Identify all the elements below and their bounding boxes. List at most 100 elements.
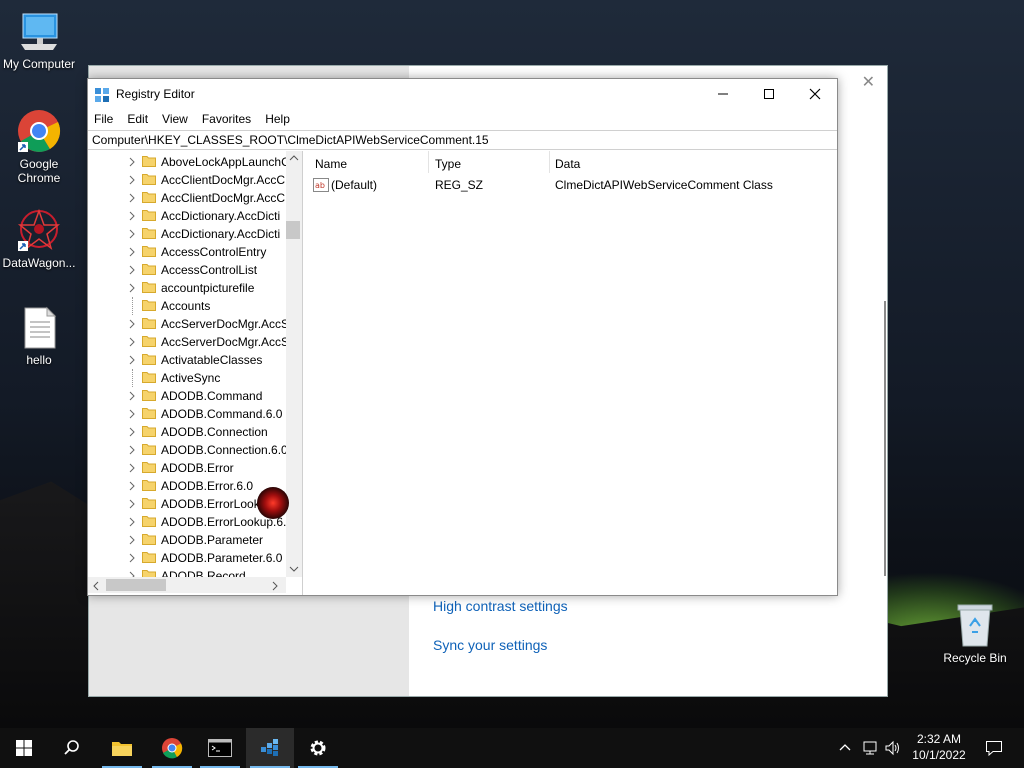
tree-item[interactable]: ADODB.Connection <box>88 423 286 441</box>
network-icon[interactable] <box>862 740 880 756</box>
column-type-header[interactable]: Type <box>435 157 461 171</box>
datawagon-icon <box>17 208 61 251</box>
address-bar[interactable]: Computer\HKEY_CLASSES_ROOT\ClmeDictAPIWe… <box>88 130 837 150</box>
menu-file[interactable]: File <box>94 112 113 126</box>
taskbar-settings[interactable] <box>294 728 342 768</box>
tree-horizontal-scrollbar[interactable] <box>88 577 286 593</box>
tree-item[interactable]: AccDictionary.AccDicti <box>88 225 286 243</box>
speaker-icon[interactable] <box>884 740 902 756</box>
chevron-right-icon[interactable] <box>128 174 136 186</box>
menu-edit[interactable]: Edit <box>127 112 148 126</box>
tree-horizontal-scroll-thumb[interactable] <box>106 579 166 591</box>
tree-item[interactable]: AccServerDocMgr.AccS <box>88 315 286 333</box>
floating-avatar-orb[interactable] <box>257 487 289 519</box>
tree-item[interactable]: ActiveSync <box>88 369 286 387</box>
tree-vertical-scroll-thumb[interactable] <box>286 221 300 239</box>
chevron-right-icon[interactable] <box>128 156 136 168</box>
tree-item[interactable]: AccDictionary.AccDicti <box>88 207 286 225</box>
tree-item[interactable]: ADODB.Command <box>88 387 286 405</box>
chevron-right-icon[interactable] <box>128 354 136 366</box>
tree-item[interactable]: ADODB.Error.6.0 <box>88 477 286 495</box>
chevron-right-icon[interactable] <box>128 480 136 492</box>
chevron-right-icon[interactable] <box>128 462 136 474</box>
chevron-right-icon[interactable] <box>128 192 136 204</box>
scroll-up-icon[interactable] <box>289 154 299 162</box>
chevron-right-icon[interactable] <box>128 282 136 294</box>
desktop-icon-my-computer[interactable]: My Computer <box>0 10 78 71</box>
tree-item[interactable]: AboveLockAppLaunchC <box>88 153 286 171</box>
folder-icon <box>142 480 156 491</box>
menu-favorites[interactable]: Favorites <box>202 112 251 126</box>
tree-item[interactable]: AccServerDocMgr.AccS <box>88 333 286 351</box>
desktop-icon-datawagon[interactable]: DataWagon... <box>0 207 78 270</box>
chevron-right-icon[interactable] <box>128 516 136 528</box>
desktop-icon-chrome[interactable]: Google Chrome <box>0 108 78 185</box>
tree-item[interactable]: ADODB.Parameter.6.0 <box>88 549 286 567</box>
settings-scrollbar[interactable] <box>884 301 886 576</box>
chevron-right-icon[interactable] <box>128 444 136 456</box>
search-button[interactable] <box>48 728 96 768</box>
chevron-right-icon[interactable] <box>128 534 136 546</box>
close-button[interactable] <box>792 79 838 109</box>
chevron-right-icon[interactable] <box>128 408 136 420</box>
tree-item[interactable]: ADODB.ErrorLookup.6.0 <box>88 513 286 531</box>
column-separator[interactable] <box>428 151 429 173</box>
taskbar-terminal[interactable] <box>196 728 244 768</box>
scroll-right-icon[interactable] <box>271 581 279 591</box>
registry-tree[interactable]: AboveLockAppLaunchC AccClientDocMgr.AccC A… <box>88 151 303 595</box>
tree-item[interactable]: ADODB.Connection.6.0 <box>88 441 286 459</box>
menu-help[interactable]: Help <box>265 112 290 126</box>
taskbar-registry-editor[interactable] <box>246 728 294 768</box>
column-name-header[interactable]: Name <box>315 157 347 171</box>
chevron-right-icon[interactable] <box>128 552 136 564</box>
chevron-right-icon[interactable] <box>128 426 136 438</box>
folder-icon <box>142 408 156 419</box>
folder-icon <box>142 228 156 239</box>
tree-item[interactable]: AccClientDocMgr.AccC <box>88 171 286 189</box>
tree-item[interactable]: accountpicturefile <box>88 279 286 297</box>
minimize-button[interactable] <box>700 79 746 109</box>
taskbar-clock[interactable]: 2:32 AM 10/1/2022 <box>904 731 974 763</box>
tree-item[interactable]: Accounts <box>88 297 286 315</box>
chevron-right-icon[interactable] <box>128 264 136 276</box>
taskbar-chrome[interactable] <box>148 728 196 768</box>
chevron-right-icon[interactable] <box>128 336 136 348</box>
chevron-right-icon[interactable] <box>128 246 136 258</box>
chevron-right-icon[interactable] <box>128 228 136 240</box>
tree-item-label: AccDictionary.AccDicti <box>161 209 281 223</box>
tree-item[interactable]: AccClientDocMgr.AccC <box>88 189 286 207</box>
values-pane[interactable]: Name Type Data ab (Default) REG_SZ ClmeD… <box>307 151 837 595</box>
scroll-down-icon[interactable] <box>289 565 299 573</box>
chevron-up-icon[interactable] <box>838 742 852 752</box>
settings-close-icon[interactable]: ✕ <box>862 72 875 92</box>
chevron-right-icon[interactable] <box>128 318 136 330</box>
tree-item[interactable]: AccessControlEntry <box>88 243 286 261</box>
desktop-icon-hello[interactable]: hello <box>0 306 78 367</box>
tree-item-label: ADODB.Error.6.0 <box>161 479 254 493</box>
desktop-icon-label: My Computer <box>2 57 76 71</box>
chevron-right-icon[interactable] <box>128 390 136 402</box>
high-contrast-settings-link[interactable]: High contrast settings <box>433 598 568 614</box>
tree-item[interactable]: ADODB.Command.6.0 <box>88 405 286 423</box>
tree-item[interactable]: ADODB.Parameter <box>88 531 286 549</box>
tree-vertical-scrollbar[interactable] <box>286 151 302 577</box>
chevron-right-icon[interactable] <box>128 210 136 222</box>
maximize-button[interactable] <box>746 79 792 109</box>
tree-item[interactable]: AccessControlList <box>88 261 286 279</box>
column-separator[interactable] <box>549 151 550 173</box>
tree-connector <box>132 369 133 387</box>
column-data-header[interactable]: Data <box>555 157 580 171</box>
value-row[interactable]: ab (Default) REG_SZ ClmeDictAPIWebServic… <box>307 176 837 194</box>
tree-item[interactable]: ADODB.Error <box>88 459 286 477</box>
menu-view[interactable]: View <box>162 112 188 126</box>
title-bar[interactable]: Registry Editor <box>88 79 837 109</box>
sync-settings-link[interactable]: Sync your settings <box>433 637 547 653</box>
chevron-right-icon[interactable] <box>128 498 136 510</box>
registry-editor-window[interactable]: Registry Editor File Edit View Favorites… <box>87 78 838 596</box>
notifications-button[interactable] <box>970 728 1018 768</box>
taskbar-file-explorer[interactable] <box>98 728 146 768</box>
start-button[interactable] <box>0 728 48 768</box>
tree-item[interactable]: ActivatableClasses <box>88 351 286 369</box>
scroll-left-icon[interactable] <box>92 581 100 591</box>
desktop-icon-recycle-bin[interactable]: Recycle Bin <box>936 602 1014 665</box>
